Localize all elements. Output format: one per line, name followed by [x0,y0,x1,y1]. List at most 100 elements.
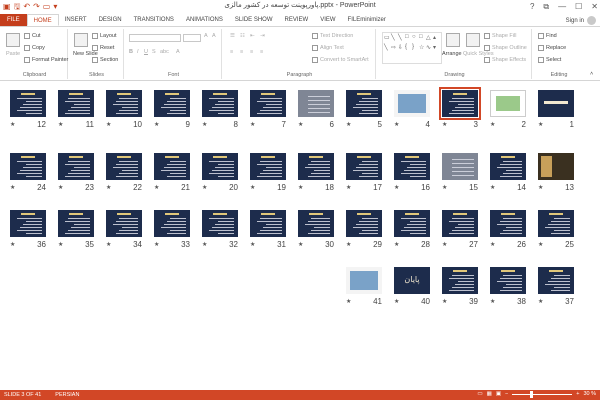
justify-icon[interactable]: ≡ [260,49,263,55]
align-left-icon[interactable]: ≡ [230,49,233,55]
new-slide-icon[interactable] [74,33,88,47]
slide-preview[interactable] [298,90,334,117]
slide-preview[interactable] [154,153,190,180]
transition-star-icon[interactable]: ★ [346,184,351,191]
align-center-icon[interactable]: ≡ [240,49,243,55]
slide-preview[interactable] [538,90,574,117]
transition-star-icon[interactable]: ★ [394,121,399,128]
slide-preview[interactable] [490,153,526,180]
section-button[interactable]: Section [92,57,118,63]
slide-preview[interactable] [346,210,382,237]
slide-preview[interactable] [490,267,526,294]
more-shapes-icon[interactable]: ▾ [433,44,440,54]
maximize-button[interactable]: ☐ [575,0,582,13]
bold-icon[interactable]: B [129,49,133,55]
transition-star-icon[interactable]: ★ [394,298,399,305]
slide-preview[interactable] [394,90,430,117]
tab-slide-show[interactable]: SLIDE SHOW [229,14,279,26]
transition-star-icon[interactable]: ★ [490,241,495,248]
slide-show-view-icon[interactable]: ▣ [496,391,501,397]
transition-star-icon[interactable]: ★ [538,184,543,191]
paste-button[interactable]: Paste [6,51,20,57]
reset-button[interactable]: Reset [92,45,114,51]
minimize-button[interactable]: — [558,0,566,13]
slide-preview[interactable] [250,210,286,237]
transition-star-icon[interactable]: ★ [298,184,303,191]
slide-preview[interactable] [10,90,46,117]
arrow-shape-icon[interactable]: ⇨ [391,44,398,54]
tab-file[interactable]: FILE [0,14,27,26]
slide-preview[interactable] [154,90,190,117]
transition-star-icon[interactable]: ★ [538,241,543,248]
transition-star-icon[interactable]: ★ [442,121,447,128]
transition-star-icon[interactable]: ★ [394,241,399,248]
shadow-icon[interactable]: S [152,49,156,55]
shape-effects-button[interactable]: Shape Effects [484,57,526,63]
font-size-box[interactable] [183,34,201,42]
tab-fileminimizer[interactable]: FILEminimizer [342,14,392,26]
transition-star-icon[interactable]: ★ [346,121,351,128]
transition-star-icon[interactable]: ★ [58,121,63,128]
transition-star-icon[interactable]: ★ [154,121,159,128]
numbering-icon[interactable]: ☷ [240,33,245,39]
transition-star-icon[interactable]: ★ [538,298,543,305]
transition-star-icon[interactable]: ★ [10,121,15,128]
slide-preview[interactable] [538,153,574,180]
transition-star-icon[interactable]: ★ [442,298,447,305]
align-right-icon[interactable]: ≡ [250,49,253,55]
replace-button[interactable]: Replace [538,45,566,51]
brace-shape-icon[interactable]: } [412,44,419,54]
slide-preview[interactable] [298,210,334,237]
shapes-gallery[interactable]: ▭ ╲ ╲ □ ○ □ △ ▴ ╲ ⇨ ⇩{} ☆ ∿ ▾ [382,32,442,64]
format-painter-button[interactable]: Format Painter [24,57,68,63]
more-shapes-icon[interactable]: ▴ [433,34,440,44]
slide-preview[interactable] [490,210,526,237]
slide-preview[interactable] [106,210,142,237]
slide-preview[interactable] [298,153,334,180]
shrink-font-icon[interactable]: A [212,33,216,39]
quick-styles-icon[interactable] [466,33,480,47]
transition-star-icon[interactable]: ★ [106,241,111,248]
slide-preview[interactable] [346,90,382,117]
slide-preview[interactable] [106,153,142,180]
layout-button[interactable]: Layout [92,33,117,39]
increase-indent-icon[interactable]: ⇥ [260,33,265,39]
zoom-in-icon[interactable]: + [576,391,579,397]
strikethrough-icon[interactable]: abc [160,49,169,55]
slide-preview[interactable] [58,210,94,237]
oval-shape-icon[interactable]: ○ [412,34,419,44]
slide-preview[interactable] [394,210,430,237]
language-indicator[interactable]: PERSIAN [41,392,79,398]
slide-preview[interactable] [538,210,574,237]
transition-star-icon[interactable]: ★ [106,184,111,191]
slide-preview[interactable] [250,90,286,117]
tab-transitions[interactable]: TRANSITIONS [128,14,180,26]
curve-shape-icon[interactable]: ∿ [426,44,433,54]
brace-shape-icon[interactable]: { [405,44,412,54]
transition-star-icon[interactable]: ★ [202,241,207,248]
grow-font-icon[interactable]: A [204,33,208,39]
transition-star-icon[interactable]: ★ [394,184,399,191]
zoom-out-icon[interactable]: − [505,391,508,397]
line-shape-icon[interactable]: ╲ [398,34,405,44]
bullets-icon[interactable]: ☰ [230,33,235,39]
convert-smartart-button[interactable]: Convert to SmartArt [312,57,369,63]
slide-preview[interactable] [346,267,382,294]
sign-in[interactable]: Sign in [566,16,596,25]
transition-star-icon[interactable]: ★ [346,241,351,248]
slide-preview[interactable] [394,153,430,180]
shape-outline-button[interactable]: Shape Outline [484,45,527,51]
decrease-indent-icon[interactable]: ⇤ [250,33,255,39]
transition-star-icon[interactable]: ★ [298,241,303,248]
tab-animations[interactable]: ANIMATIONS [180,14,229,26]
slide-sorter-view-icon[interactable]: ▦ [487,391,492,397]
help-icon[interactable]: ? [530,0,534,13]
slide-preview[interactable] [538,267,574,294]
slide-preview[interactable] [58,153,94,180]
slide-preview[interactable] [106,90,142,117]
transition-star-icon[interactable]: ★ [442,184,447,191]
transition-star-icon[interactable]: ★ [154,184,159,191]
shape-fill-button[interactable]: Shape Fill [484,33,516,39]
tab-home[interactable]: HOME [26,14,59,26]
slide-preview[interactable] [439,87,481,120]
